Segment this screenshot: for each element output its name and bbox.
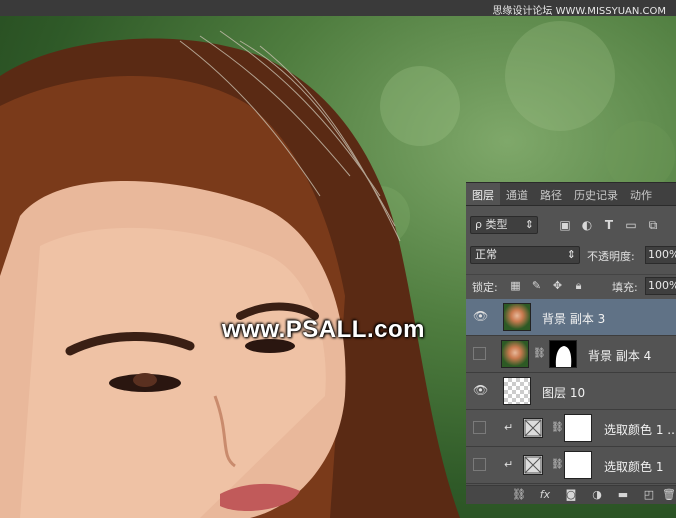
adjustment-filter-icon[interactable]: ◐	[580, 218, 594, 232]
title-bar: 思缘设计论坛 WWW.MISSYUAN.COM	[0, 0, 676, 17]
layer-row[interactable]: 👁︎ 背景 副本 3	[466, 299, 676, 336]
delete-icon[interactable]: 🗑︎	[662, 488, 676, 502]
adjustment-thumbnail	[523, 455, 543, 475]
layer-name: 选取颜色 1	[604, 460, 664, 474]
new-adjustment-icon[interactable]: ◑	[590, 488, 604, 502]
layer-name: 背景 副本 4	[588, 349, 652, 363]
visibility-toggle[interactable]	[473, 458, 486, 471]
layer-mask-thumbnail[interactable]	[564, 414, 592, 442]
silhouette-icon	[555, 346, 572, 367]
eye-icon[interactable]: 👁︎	[473, 384, 488, 397]
layer-name: 图层 10	[542, 386, 586, 400]
eye-icon[interactable]: 👁︎	[473, 310, 488, 323]
fill-label: 填充:	[612, 281, 638, 294]
link-layers-icon[interactable]: ⛓︎	[512, 488, 526, 502]
lock-transparency-icon[interactable]: ▦	[509, 279, 522, 292]
layer-row[interactable]: ↵ ⛓︎ 选取颜色 1	[466, 447, 676, 484]
tab-actions[interactable]: 动作	[624, 183, 658, 205]
layer-mask-thumbnail[interactable]	[549, 340, 577, 368]
layer-thumbnail	[501, 340, 529, 368]
blend-row: 正常 ⇕ 不透明度: 100%	[466, 244, 676, 266]
tab-paths[interactable]: 路径	[534, 183, 568, 205]
site-watermark: 思缘设计论坛 WWW.MISSYUAN.COM	[492, 6, 666, 17]
lock-all-icon[interactable]: 🔒︎	[572, 279, 585, 292]
visibility-toggle[interactable]	[473, 347, 486, 360]
tab-layers[interactable]: 图层	[466, 183, 500, 205]
fill-input[interactable]: 100%	[645, 277, 676, 295]
lock-row: 锁定: ▦ ✎ ✥ 🔒︎ 填充: 100%	[466, 274, 676, 297]
tab-history[interactable]: 历史记录	[568, 183, 624, 205]
link-icon[interactable]: ⛓︎	[551, 422, 564, 434]
layer-row[interactable]: 👁︎ 图层 10	[466, 373, 676, 410]
layer-list: 👁︎ 背景 副本 3 ⛓︎ 背景 副本 4 👁︎ 图层 10 ↵ ⛓︎ 选取颜色…	[466, 299, 676, 484]
chevron-updown-icon: ⇕	[566, 248, 576, 261]
shape-filter-icon[interactable]: ▭	[624, 218, 638, 232]
lock-label: 锁定:	[472, 281, 498, 294]
layer-mask-thumbnail[interactable]	[564, 451, 592, 479]
new-layer-icon[interactable]: ◰	[642, 488, 656, 502]
filter-kind-select[interactable]: ρ 类型 ⇕	[470, 216, 538, 234]
lock-image-pixels-icon[interactable]: ✎	[530, 279, 543, 292]
layers-panel: 图层 通道 路径 历史记录 动作 ρ 类型 ⇕ ▣ ◐ T ▭ ⧉ 正常 ⇕ 不透…	[466, 182, 676, 504]
clipping-arrow-icon: ↵	[504, 458, 514, 471]
tab-channels[interactable]: 通道	[500, 183, 534, 205]
panel-tabs: 图层 通道 路径 历史记录 动作	[466, 183, 676, 206]
opacity-input[interactable]: 100%	[645, 246, 676, 264]
layer-thumbnail	[503, 377, 531, 405]
panel-footer: ⛓︎ fx ◙ ◑ ▬ ◰ 🗑︎	[466, 485, 676, 504]
layer-row[interactable]: ↵ ⛓︎ 选取颜色 1 ...	[466, 410, 676, 447]
filter-row: ρ 类型 ⇕ ▣ ◐ T ▭ ⧉	[466, 215, 676, 237]
image-filter-icon[interactable]: ▣	[558, 218, 572, 232]
link-icon[interactable]: ⛓︎	[551, 459, 564, 471]
smart-object-filter-icon[interactable]: ⧉	[646, 218, 660, 232]
layer-row[interactable]: ⛓︎ 背景 副本 4	[466, 336, 676, 373]
filter-kind-label: ρ 类型	[475, 218, 508, 231]
lock-position-icon[interactable]: ✥	[551, 279, 564, 292]
selective-color-icon	[524, 456, 542, 474]
layer-name: 选取颜色 1 ...	[604, 423, 676, 437]
opacity-label: 不透明度:	[587, 250, 635, 263]
adjustment-thumbnail	[523, 418, 543, 438]
visibility-toggle[interactable]	[473, 421, 486, 434]
clipping-arrow-icon: ↵	[504, 421, 514, 434]
blend-mode-select[interactable]: 正常 ⇕	[470, 246, 580, 264]
add-mask-icon[interactable]: ◙	[564, 488, 578, 502]
layer-name: 背景 副本 3	[542, 312, 606, 326]
fx-icon[interactable]: fx	[538, 488, 552, 502]
psall-watermark: www.PSALL.com	[222, 316, 425, 343]
blend-mode-label: 正常	[475, 248, 497, 261]
type-filter-icon[interactable]: T	[602, 218, 616, 232]
link-icon[interactable]: ⛓︎	[533, 348, 546, 360]
chevron-updown-icon: ⇕	[524, 218, 534, 231]
new-group-icon[interactable]: ▬	[616, 488, 630, 502]
selective-color-icon	[524, 419, 542, 437]
layer-thumbnail	[503, 303, 531, 331]
